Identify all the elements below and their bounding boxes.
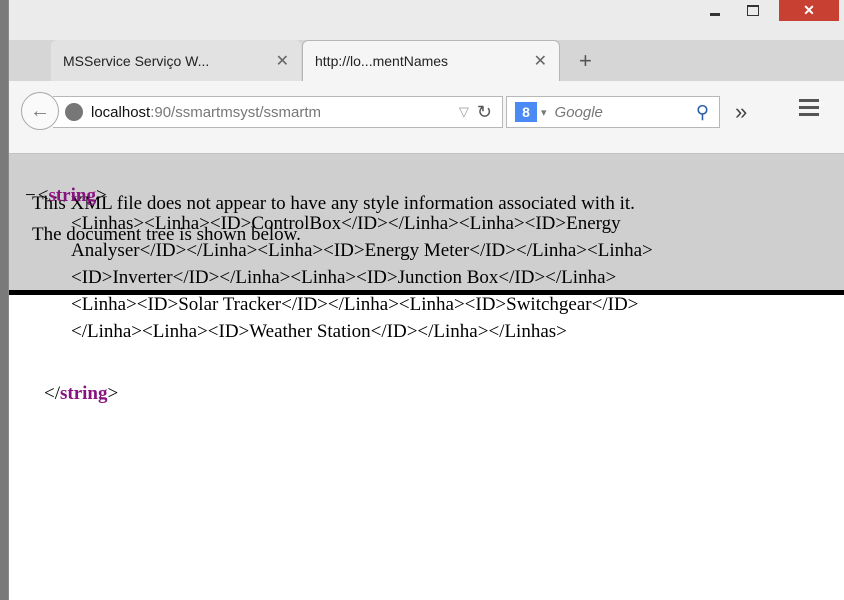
xml-text-line: Analyser</ID></Linha><Linha><ID>Energy M… bbox=[71, 240, 653, 261]
tab-label: MSService Serviço W... bbox=[63, 52, 210, 69]
hamburger-menu-icon[interactable] bbox=[799, 99, 819, 120]
toolbar-overflow-button[interactable]: » bbox=[735, 99, 747, 125]
tag-name: string bbox=[60, 383, 108, 404]
engine-dropdown-icon[interactable]: ▾ bbox=[541, 106, 547, 119]
close-icon: ✕ bbox=[803, 2, 815, 18]
collapse-toggle[interactable]: − bbox=[25, 185, 36, 206]
tag-name: string bbox=[48, 185, 96, 206]
reload-icon[interactable]: ↻ bbox=[477, 102, 492, 123]
new-tab-button[interactable]: + bbox=[579, 48, 592, 74]
xml-text-content: <Linhas><Linha><ID>ControlBox</ID></Linh… bbox=[71, 210, 831, 345]
maximize-icon bbox=[747, 5, 759, 16]
tab-xml-document[interactable]: http://lo...mentNames ✕ bbox=[302, 40, 560, 81]
search-input[interactable]: Google bbox=[555, 104, 696, 121]
minimize-button[interactable] bbox=[699, 0, 731, 21]
tab-label: http://lo...mentNames bbox=[315, 53, 449, 69]
title-bar[interactable]: ✕ bbox=[9, 0, 844, 40]
back-arrow-icon: ← bbox=[30, 99, 50, 122]
xml-text-line: <ID>Inverter</ID></Linha><Linha><ID>Junc… bbox=[71, 267, 617, 288]
xml-close-tag-line: </string> bbox=[44, 383, 119, 404]
tab-msservice[interactable]: MSService Serviço W... ✕ bbox=[51, 40, 301, 81]
google-engine-icon[interactable]: 8 bbox=[515, 102, 537, 122]
close-window-button[interactable]: ✕ bbox=[779, 0, 839, 21]
minimize-icon bbox=[710, 13, 720, 16]
search-icon[interactable]: ⚲ bbox=[696, 102, 709, 123]
browser-window: ✕ MSService Serviço W... ✕ http://lo...m… bbox=[8, 0, 844, 600]
address-bar[interactable]: localhost:90/ssmartmsyst/ssmartm ▽ ↻ bbox=[53, 96, 503, 128]
site-identity-icon[interactable] bbox=[65, 103, 83, 121]
url-text[interactable]: localhost:90/ssmartmsyst/ssmartm bbox=[91, 104, 459, 121]
xml-open-tag-line: − <string> bbox=[25, 185, 107, 206]
back-button[interactable]: ← bbox=[21, 92, 59, 130]
maximize-button[interactable] bbox=[737, 0, 769, 21]
xml-text-line: <Linha><ID>Solar Tracker</ID></Linha><Li… bbox=[71, 294, 639, 315]
xml-text-line: <Linhas><Linha><ID>ControlBox</ID></Linh… bbox=[71, 213, 621, 234]
tab-close-icon[interactable]: ✕ bbox=[534, 51, 547, 71]
tab-strip: MSService Serviço W... ✕ http://lo...men… bbox=[9, 40, 844, 81]
history-dropdown-icon[interactable]: ▽ bbox=[459, 104, 469, 120]
xml-text-line: </Linha><Linha><ID>Weather Station</ID><… bbox=[71, 321, 567, 342]
navigation-bar: localhost:90/ssmartmsyst/ssmartm ▽ ↻ ← 8… bbox=[9, 81, 844, 154]
tab-close-icon[interactable]: ✕ bbox=[276, 51, 289, 71]
search-bar[interactable]: 8 ▾ Google ⚲ bbox=[506, 96, 720, 128]
